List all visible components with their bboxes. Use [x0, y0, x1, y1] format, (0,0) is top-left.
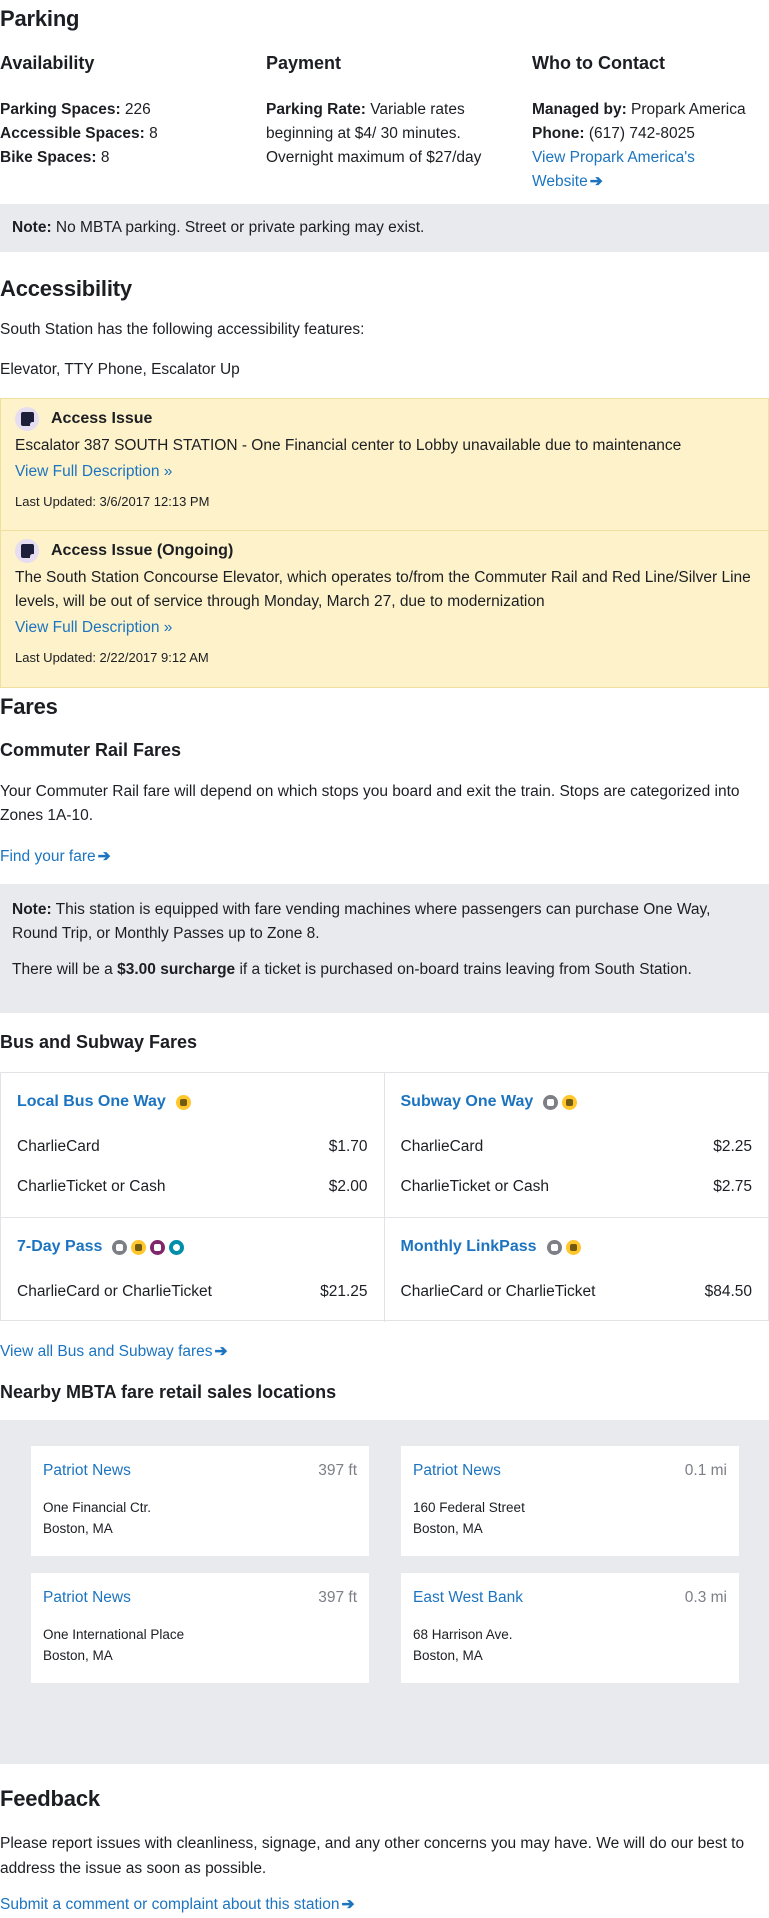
commuter-rail-text: Your Commuter Rail fare will depend on w… — [0, 783, 740, 824]
retail-address: One International Place Boston, MA — [43, 1627, 185, 1664]
feedback-title: Feedback — [0, 1786, 100, 1811]
station-info-page: Parking Availability Parking Spaces: 226… — [0, 0, 769, 1918]
parking-columns: Availability Parking Spaces: 226 Accessi… — [0, 50, 769, 194]
accessibility-features: Elevator, TTY Phone, Escalator Up — [0, 361, 240, 378]
subway-icon — [112, 1239, 128, 1255]
fare-card-7-day-pass: 7-Day Pass CharlieCard or CharlieTicket $… — [1, 1218, 385, 1322]
elevator-alert-icon — [15, 407, 39, 432]
access-issue-text: The South Station Concourse Elevator, wh… — [15, 568, 751, 610]
managed-by: Managed by: Propark America — [532, 100, 746, 118]
payment-heading: Payment — [266, 53, 342, 73]
retail-location-card: Patriot News 397 ft One International Pla… — [31, 1573, 369, 1683]
retail-heading: Nearby MBTA fare retail sales locations — [0, 1382, 337, 1402]
elevator-alert-icon — [15, 539, 39, 564]
retail-location-card: East West Bank 0.3 mi 68 Harrison Ave. Bos… — [401, 1573, 739, 1683]
submit-comment-link[interactable]: Submit a comment or complaint about this… — [0, 1893, 354, 1917]
bus-icon — [175, 1094, 191, 1110]
commuter-rail-heading: Commuter Rail Fares — [0, 740, 182, 760]
feedback-text: Please report issues with cleanliness, s… — [0, 1835, 745, 1877]
retail-locations-panel: Patriot News 397 ft One Financial Ctr. Bos… — [0, 1420, 769, 1764]
surcharge-text: There will be a $3.00 surcharge if a tic… — [12, 961, 692, 978]
retail-distance: 0.1 mi — [684, 1462, 727, 1479]
accessibility-intro: South Station has the following accessib… — [0, 321, 365, 338]
fares-title: Fares — [0, 694, 58, 719]
access-issue-alert-ongoing: Access Issue (Ongoing) The South Station… — [0, 530, 769, 688]
retail-address: One Financial Ctr. Boston, MA — [43, 1500, 152, 1537]
ferry-icon — [169, 1239, 185, 1255]
propark-website-link[interactable]: View Propark America's Website ➔ — [532, 146, 732, 194]
parking-note: Note: No MBTA parking. Street or private… — [0, 204, 769, 252]
subway-icon — [546, 1239, 562, 1255]
fare-row: CharlieTicket or Cash $2.75 — [400, 1177, 753, 1195]
fare-card-subway: Subway One Way CharlieCard $2.25 CharlieT… — [384, 1073, 768, 1218]
fare-row: CharlieCard $1.70 — [17, 1137, 368, 1155]
fare-card-title[interactable]: Local Bus One Way — [17, 1090, 166, 1115]
find-your-fare-link[interactable]: Find your fare ➔ — [0, 845, 111, 869]
retail-location-name[interactable]: Patriot News — [413, 1459, 501, 1483]
bus-subway-fare-grid: Local Bus One Way CharlieCard $1.70 Charl… — [0, 1072, 769, 1322]
fare-row: CharlieCard or CharlieTicket $84.50 — [400, 1282, 753, 1300]
last-updated: Last Updated: 3/6/2017 12:13 PM — [15, 493, 210, 509]
fare-vending-text: Note: This station is equipped with fare… — [12, 901, 711, 942]
retail-location-card: Patriot News 397 ft One Financial Ctr. Bos… — [31, 1446, 369, 1556]
fare-row: CharlieCard $2.25 — [400, 1137, 753, 1155]
view-full-description-link[interactable]: View Full Description » — [15, 619, 172, 636]
fare-card-title[interactable]: 7-Day Pass — [17, 1235, 102, 1260]
view-full-description-link[interactable]: View Full Description » — [15, 463, 172, 480]
contact-phone: Phone: (617) 742-8025 — [532, 124, 695, 142]
fare-row: CharlieCard or CharlieTicket $21.25 — [17, 1282, 368, 1300]
access-issue-header: Access Issue (Ongoing) — [15, 539, 754, 564]
retail-distance: 397 ft — [318, 1462, 357, 1479]
subway-icon — [543, 1094, 559, 1110]
arrow-right-icon: ➔ — [589, 172, 603, 190]
view-all-fares-link[interactable]: View all Bus and Subway fares ➔ — [0, 1340, 228, 1364]
retail-distance: 0.3 mi — [684, 1589, 727, 1606]
arrow-right-icon: ➔ — [341, 1896, 355, 1913]
fare-card-title[interactable]: Monthly LinkPass — [401, 1235, 537, 1260]
contact-column: Who to Contact Managed by: Propark Ameri… — [532, 50, 769, 194]
retail-location-name[interactable]: Patriot News — [43, 1586, 131, 1610]
availability-heading: Availability — [0, 53, 95, 73]
retail-location-name[interactable]: East West Bank — [413, 1586, 523, 1610]
fare-row: CharlieTicket or Cash $2.00 — [17, 1177, 368, 1195]
bus-icon — [131, 1239, 147, 1255]
bike-spaces: Bike Spaces: 8 — [0, 148, 110, 166]
availability-column: Availability Parking Spaces: 226 Accessi… — [0, 50, 266, 194]
retail-address: 160 Federal Street Boston, MA — [413, 1500, 525, 1537]
access-issue-header: Access Issue — [15, 407, 754, 432]
commuter-rail-icon — [150, 1239, 166, 1255]
fare-vending-note: Note: This station is equipped with fare… — [0, 884, 769, 1013]
last-updated: Last Updated: 2/22/2017 9:12 AM — [15, 649, 209, 665]
retail-location-name[interactable]: Patriot News — [43, 1459, 131, 1483]
parking-rate: Parking Rate: Variable rates beginning a… — [266, 100, 482, 166]
retail-location-card: Patriot News 0.1 mi 160 Federal Street Bos… — [401, 1446, 739, 1556]
bus-icon — [562, 1094, 578, 1110]
arrow-right-icon: ➔ — [214, 1343, 228, 1360]
bus-subway-heading: Bus and Subway Fares — [0, 1032, 198, 1052]
payment-column: Payment Parking Rate: Variable rates beg… — [266, 50, 532, 194]
retail-distance: 397 ft — [318, 1589, 357, 1606]
parking-title: Parking — [0, 6, 80, 31]
fare-card-local-bus: Local Bus One Way CharlieCard $1.70 Charl… — [1, 1073, 385, 1218]
fare-card-title[interactable]: Subway One Way — [401, 1090, 534, 1115]
access-issue-text: Escalator 387 SOUTH STATION - One Financ… — [15, 436, 682, 454]
access-issue-alert: Access Issue Escalator 387 SOUTH STATION… — [0, 398, 769, 531]
contact-heading: Who to Contact — [532, 53, 665, 73]
parking-spaces: Parking Spaces: 226 — [0, 100, 151, 118]
arrow-right-icon: ➔ — [97, 848, 111, 865]
accessible-spaces: Accessible Spaces: 8 — [0, 124, 158, 142]
accessibility-title: Accessibility — [0, 276, 132, 301]
bus-icon — [565, 1239, 581, 1255]
fare-card-monthly-linkpass: Monthly LinkPass CharlieCard or CharlieT… — [385, 1218, 769, 1322]
retail-address: 68 Harrison Ave. Boston, MA — [413, 1627, 513, 1664]
